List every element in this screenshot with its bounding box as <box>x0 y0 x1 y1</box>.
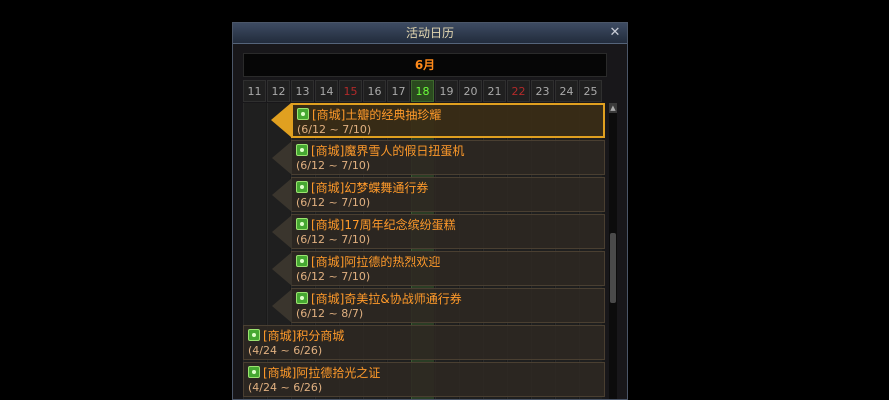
event-item[interactable]: [商城]奇美拉&协战师通行券 (6/12 ~ 8/7) <box>272 288 605 323</box>
window-title: 活动日历 <box>405 26 454 40</box>
scroll-thumb[interactable] <box>610 233 616 303</box>
event-item[interactable]: [商城]阿拉德拾光之证 (4/24 ~ 6/26) <box>243 362 605 397</box>
calendar-grid: [商城]土瓣的经典抽珍耀 (6/12 ~ 7/10) [商城]魔界雪人的假日扭蛋机(… <box>243 103 605 399</box>
event-item[interactable]: [商城]积分商城 (4/24 ~ 6/26) <box>243 325 605 360</box>
month-label: 6月 <box>414 58 436 72</box>
event-dates: (6/12 ~ 7/10) <box>297 123 372 136</box>
event-arrow-icon <box>272 141 292 175</box>
day-cell-25[interactable]: 25 <box>579 80 602 102</box>
month-header: 6月 <box>243 53 607 77</box>
window-titlebar[interactable]: 活动日历 ✕ <box>233 23 627 44</box>
day-cell-16[interactable]: 16 <box>363 80 386 102</box>
event-dates: (6/12 ~ 7/10) <box>296 196 371 209</box>
day-cell-23[interactable]: 23 <box>531 80 554 102</box>
event-dates: (6/12 ~ 7/10) <box>296 270 371 283</box>
event-gift-icon <box>248 329 260 341</box>
day-cell-17[interactable]: 17 <box>387 80 410 102</box>
event-dates: (6/12 ~ 7/10) <box>296 159 371 172</box>
event-gift-icon <box>296 181 308 193</box>
day-cell-11[interactable]: 11 <box>243 80 266 102</box>
event-name: [商城]幻梦蝶舞通行券 <box>311 181 429 195</box>
day-cell-15[interactable]: 15 <box>339 80 362 102</box>
activity-calendar-window: 活动日历 ✕ 6月 11 12 13 14 15 16 17 18 19 20 21 22 23 24 25… <box>232 22 628 400</box>
event-gift-icon <box>296 144 308 156</box>
day-cell-20[interactable]: 20 <box>459 80 482 102</box>
background-left <box>0 0 232 400</box>
event-gift-icon <box>296 292 308 304</box>
day-cell-18[interactable]: 18 <box>411 80 434 102</box>
event-arrow-icon <box>272 289 292 323</box>
event-gift-icon <box>296 255 308 267</box>
event-arrow-icon <box>272 178 292 212</box>
event-item[interactable]: [商城]土瓣的经典抽珍耀 (6/12 ~ 7/10) <box>271 103 605 138</box>
event-name: [商城]土瓣的经典抽珍耀 <box>312 108 442 122</box>
event-arrow-icon <box>271 103 291 137</box>
event-name: [商城]阿拉德拾光之证 <box>263 366 381 380</box>
event-name: [商城]奇美拉&协战师通行券 <box>311 292 462 306</box>
day-cell-19[interactable]: 19 <box>435 80 458 102</box>
day-header-row: 11 12 13 14 15 16 17 18 19 20 21 22 23 24 25 <box>243 80 603 102</box>
day-cell-12[interactable]: 12 <box>267 80 290 102</box>
event-gift-icon <box>296 218 308 230</box>
event-dates: (4/24 ~ 6/26) <box>248 381 323 394</box>
event-dates: (6/12 ~ 8/7) <box>296 307 364 320</box>
event-name: [商城]17周年纪念缤纷蛋糕 <box>311 218 456 232</box>
event-gift-icon <box>297 108 309 120</box>
event-dates: (4/24 ~ 6/26) <box>248 344 323 357</box>
event-gift-icon <box>248 366 260 378</box>
event-arrow-icon <box>272 215 292 249</box>
event-item[interactable]: [商城]阿拉德的热烈欢迎 (6/12 ~ 7/10) <box>272 251 605 286</box>
event-name: [商城]阿拉德的热烈欢迎 <box>311 255 441 269</box>
day-cell-24[interactable]: 24 <box>555 80 578 102</box>
event-item[interactable]: [商城]幻梦蝶舞通行券 (6/12 ~ 7/10) <box>272 177 605 212</box>
day-cell-14[interactable]: 14 <box>315 80 338 102</box>
event-dates: (6/12 ~ 7/10) <box>296 233 371 246</box>
background-right <box>628 0 889 400</box>
day-cell-21[interactable]: 21 <box>483 80 506 102</box>
scrollbar[interactable]: ▲ <box>609 103 617 399</box>
scroll-up-icon[interactable]: ▲ <box>609 103 617 113</box>
event-item[interactable]: [商城]17周年纪念缤纷蛋糕 (6/12 ~ 7/10) <box>272 214 605 249</box>
event-item[interactable]: [商城]魔界雪人的假日扭蛋机 (6/12 ~ 7/10) <box>272 140 605 175</box>
day-cell-13[interactable]: 13 <box>291 80 314 102</box>
day-cell-22[interactable]: 22 <box>507 80 530 102</box>
close-icon[interactable]: ✕ <box>607 25 623 41</box>
event-arrow-icon <box>272 252 292 286</box>
event-name: [商城]魔界雪人的假日扭蛋机 <box>311 144 465 158</box>
event-name: [商城]积分商城 <box>263 329 345 343</box>
